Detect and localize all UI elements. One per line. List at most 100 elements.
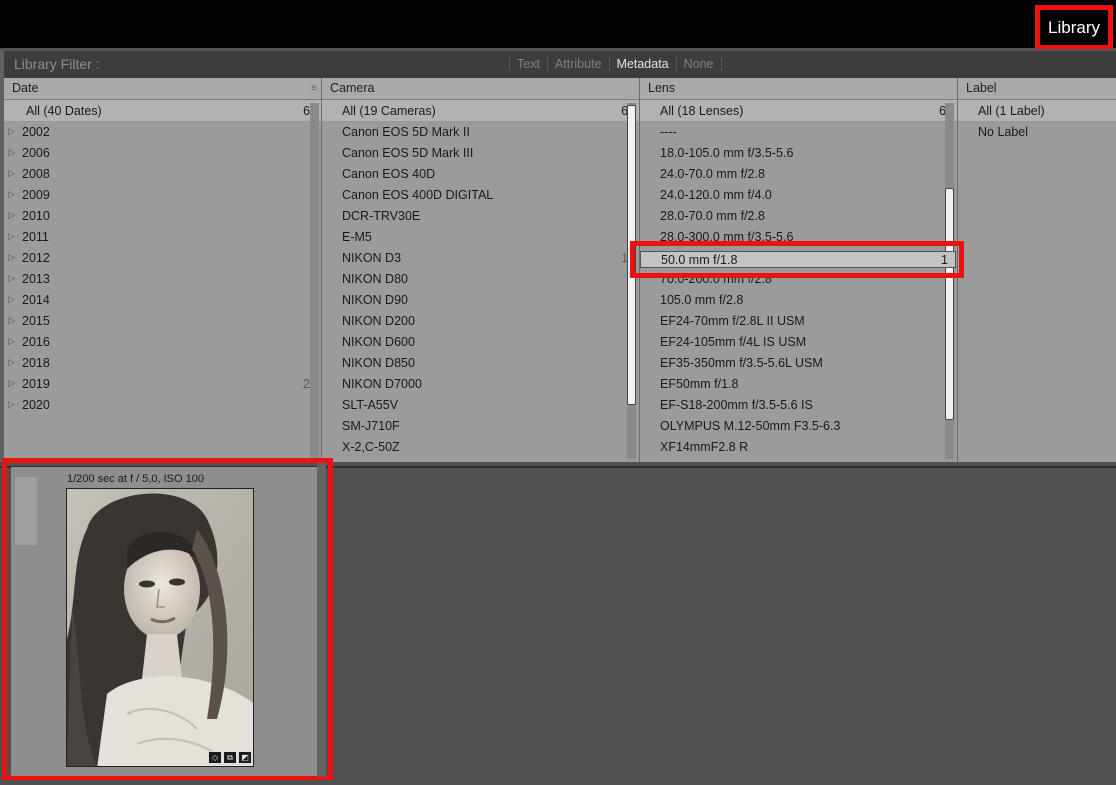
label-list-item[interactable]: No Label (958, 121, 1116, 142)
camera-list-item[interactable]: Canon EOS 400D DIGITAL1 (322, 184, 639, 205)
disclosure-triangle-icon[interactable]: ▷ (4, 378, 20, 389)
date-list-item[interactable]: ▷20111 (4, 226, 321, 247)
date-list-item[interactable]: ▷20142 (4, 289, 321, 310)
date-scrollbar[interactable] (310, 103, 319, 459)
photo-grid-cell[interactable]: 1/200 sec at f / 5,0, ISO 100 ◇ ⧉ ◩ (11, 467, 324, 776)
lens-list-item[interactable]: 18.0-105.0 mm f/3.5-5.64 (640, 142, 957, 163)
camera-list-item[interactable]: Canon EOS 5D Mark II8 (322, 121, 639, 142)
filter-tab-attribute[interactable]: Attribute (548, 57, 610, 71)
date-column-header[interactable]: Date ≡ (4, 78, 321, 100)
library-module-button[interactable]: Library (1035, 5, 1113, 50)
lens-list-item[interactable]: 24.0-70.0 mm f/2.82 (640, 163, 957, 184)
portrait-thumbnail-image (67, 489, 253, 766)
selected-lens-row[interactable]: 50.0 mm f/1.8 1 (640, 251, 956, 268)
disclosure-triangle-icon[interactable]: ▷ (4, 231, 20, 242)
photo-thumbnail[interactable] (66, 488, 254, 767)
lens-column-header[interactable]: Lens (640, 78, 957, 100)
label-column-title: Label (966, 81, 997, 95)
camera-column-header[interactable]: Camera (322, 78, 639, 100)
disclosure-triangle-icon[interactable]: ▷ (4, 315, 20, 326)
lens-all-row[interactable]: All (18 Lenses)68 (640, 100, 957, 121)
date-list-item[interactable]: ▷20205 (4, 394, 321, 415)
date-list-item[interactable]: ▷20137 (4, 268, 321, 289)
lens-item-label: EF24-70mm f/2.8L II USM (660, 313, 805, 328)
camera-item-label: NIKON D90 (342, 292, 408, 307)
camera-item-label: SLT-A55V (342, 397, 399, 412)
lens-list-item[interactable]: EF35-350mm f/3.5-5.6L USM1 (640, 352, 957, 373)
camera-list-item[interactable]: SM-J710F2 (322, 415, 639, 436)
tag-icon[interactable]: ◇ (208, 751, 222, 764)
lens-item-label: ---- (660, 124, 677, 139)
disclosure-triangle-icon[interactable]: ▷ (4, 399, 20, 410)
column-menu-icon[interactable]: ≡ (311, 83, 317, 94)
camera-item-label: NIKON D600 (342, 334, 415, 349)
date-list-item[interactable]: ▷20021 (4, 121, 321, 142)
date-list-item[interactable]: ▷20061 (4, 142, 321, 163)
lens-list-item[interactable]: OLYMPUS M.12-50mm F3.5-6.31 (640, 415, 957, 436)
lens-list-item[interactable]: XF14mmF2.8 R1 (640, 436, 957, 457)
date-list-item[interactable]: ▷201925 (4, 373, 321, 394)
camera-item-label: NIKON D850 (342, 355, 415, 370)
camera-list-item[interactable]: NIKON D310 (322, 247, 639, 268)
lens-list-item[interactable]: ----1 (640, 121, 957, 142)
date-all-row[interactable]: All (40 Dates)68 (4, 100, 321, 121)
camera-list-item[interactable]: NIKON D6001 (322, 331, 639, 352)
camera-list-item[interactable]: Canon EOS 40D3 (322, 163, 639, 184)
date-list-item[interactable]: ▷20094 (4, 184, 321, 205)
camera-list-item[interactable]: NIKON D70002 (322, 373, 639, 394)
disclosure-triangle-icon[interactable]: ▷ (4, 336, 20, 347)
camera-list-item[interactable]: NIKON D902 (322, 289, 639, 310)
grid-scrollbar[interactable] (317, 463, 326, 777)
date-list-item[interactable]: ▷20151 (4, 310, 321, 331)
date-list-item[interactable]: ▷20181 (4, 352, 321, 373)
date-list-item[interactable]: ▷20128 (4, 247, 321, 268)
date-item-label: 2008 (22, 166, 50, 181)
lens-list-item[interactable]: 28.0-70.0 mm f/2.84 (640, 205, 957, 226)
lens-item-label: EF35-350mm f/3.5-5.6L USM (660, 355, 823, 370)
lens-list-item[interactable]: 24.0-120.0 mm f/4.03 (640, 184, 957, 205)
lens-list-item[interactable]: EF-S18-200mm f/3.5-5.6 IS3 (640, 394, 957, 415)
disclosure-triangle-icon[interactable]: ▷ (4, 210, 20, 221)
camera-list-item[interactable]: E-M51 (322, 226, 639, 247)
disclosure-triangle-icon[interactable]: ▷ (4, 147, 20, 158)
camera-item-label: E-M5 (342, 229, 372, 244)
disclosure-triangle-icon[interactable]: ▷ (4, 252, 20, 263)
thumbnail-badges: ◇ ⧉ ◩ (208, 751, 252, 764)
lens-list-item[interactable]: 105.0 mm f/2.81 (640, 289, 957, 310)
camera-list-item[interactable]: NIKON D2001 (322, 310, 639, 331)
camera-list-item[interactable]: DCR-TRV30E1 (322, 205, 639, 226)
filter-tab-none[interactable]: None (677, 57, 722, 71)
camera-list: All (19 Cameras)68Canon EOS 5D Mark II8C… (322, 100, 639, 457)
lens-list-item[interactable]: EF24-105mm f/4L IS USM7 (640, 331, 957, 352)
lens-list-item[interactable]: EF50mm f/1.81 (640, 373, 957, 394)
camera-list-item[interactable]: NIKON D801 (322, 268, 639, 289)
lens-list-item[interactable]: EF24-70mm f/2.8L II USM1 (640, 310, 957, 331)
date-item-label: 2016 (22, 334, 50, 349)
camera-list-item[interactable]: SLT-A55V1 (322, 394, 639, 415)
disclosure-triangle-icon[interactable]: ▷ (4, 126, 20, 137)
date-list-item[interactable]: ▷20081 (4, 163, 321, 184)
filter-tab-text[interactable]: Text (509, 57, 548, 71)
crop-icon[interactable]: ⧉ (223, 751, 237, 764)
disclosure-triangle-icon[interactable]: ▷ (4, 168, 20, 179)
label-all-row[interactable]: All (1 Label) (958, 100, 1116, 121)
date-list-item[interactable]: ▷20104 (4, 205, 321, 226)
develop-icon[interactable]: ◩ (238, 751, 252, 764)
label-column-header[interactable]: Label (958, 78, 1116, 100)
disclosure-triangle-icon[interactable]: ▷ (4, 273, 20, 284)
date-item-label: 2020 (22, 397, 50, 412)
photo-exposure-info: 1/200 sec at f / 5,0, ISO 100 (67, 473, 204, 485)
lens-item-label: All (18 Lenses) (660, 103, 744, 118)
label-item-label: No Label (978, 124, 1029, 139)
filter-tab-metadata[interactable]: Metadata (610, 57, 677, 71)
lens-scroll-thumb[interactable] (945, 188, 954, 420)
camera-list-item[interactable]: NIKON D8503 (322, 352, 639, 373)
disclosure-triangle-icon[interactable]: ▷ (4, 294, 20, 305)
camera-all-row[interactable]: All (19 Cameras)68 (322, 100, 639, 121)
camera-list-item[interactable]: X-2,C-50Z1 (322, 436, 639, 457)
disclosure-triangle-icon[interactable]: ▷ (4, 189, 20, 200)
disclosure-triangle-icon[interactable]: ▷ (4, 357, 20, 368)
camera-list-item[interactable]: Canon EOS 5D Mark III3 (322, 142, 639, 163)
date-list-item[interactable]: ▷20167 (4, 331, 321, 352)
filter-tabs: Text Attribute Metadata None (509, 57, 722, 71)
